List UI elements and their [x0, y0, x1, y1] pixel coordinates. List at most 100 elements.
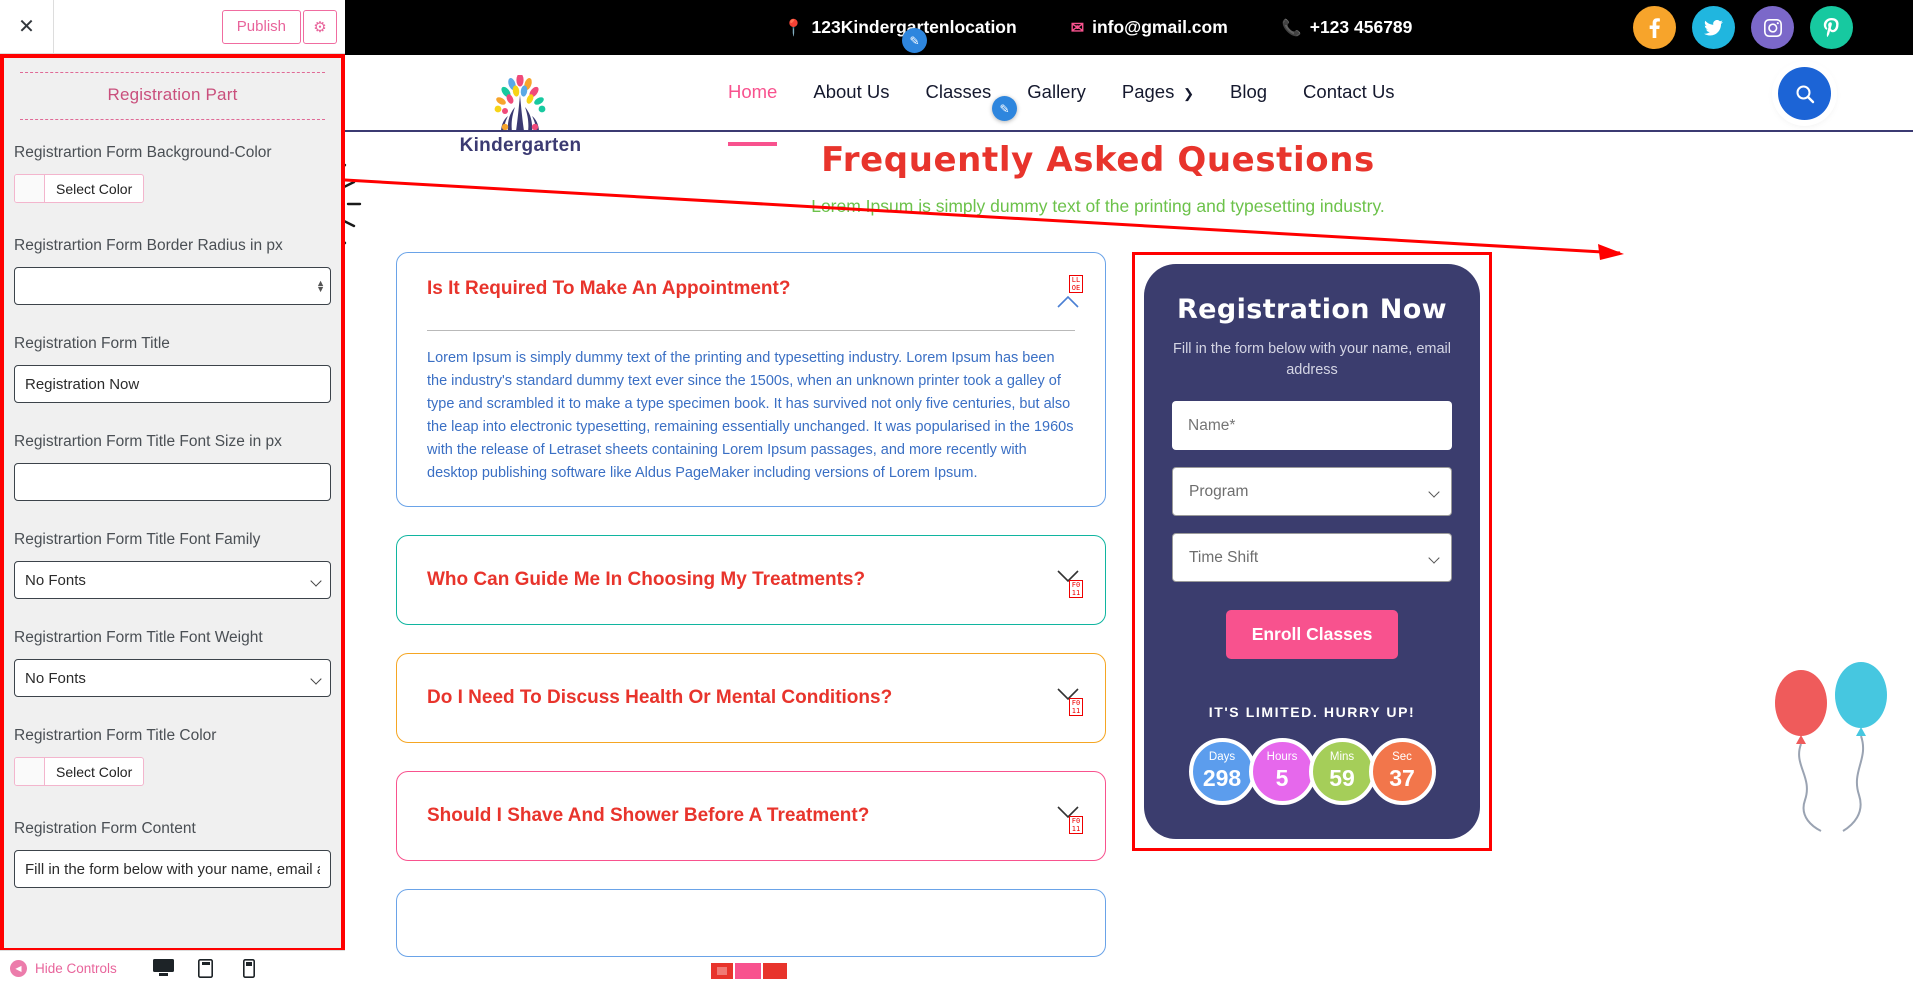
countdown-mins-label: Mins	[1329, 750, 1355, 763]
faq-marker-badge: F0 11	[1069, 580, 1083, 599]
countdown-timer: Days 298 Hours 5 Mins 59 Sec 37	[1172, 738, 1452, 806]
topbar-phone-text: +123 456789	[1309, 17, 1413, 37]
border-radius-input[interactable]	[14, 267, 331, 305]
hide-controls-button[interactable]: ◀ Hide Controls	[10, 959, 117, 977]
chevron-down-icon: ❯	[1179, 85, 1195, 101]
time-shift-select[interactable]: Time Shift	[1172, 533, 1452, 583]
facebook-icon[interactable]	[1633, 6, 1676, 49]
topbar-phone[interactable]: 📞 +123 456789	[1282, 17, 1413, 38]
faq-item[interactable]	[396, 889, 1106, 958]
publish-button[interactable]: Publish	[221, 9, 301, 44]
field-label: Registrartion Form Title Font Size in px	[14, 433, 282, 450]
location-pin-icon: 📍	[783, 19, 804, 37]
nav-item-contact-us[interactable]: Contact Us	[1303, 81, 1395, 107]
field-form-title: Registration Form Title	[14, 335, 331, 403]
nav-item-classes[interactable]: Classes	[925, 81, 991, 107]
faq-item[interactable]: Who Can Guide Me In Choosing My Treatmen…	[396, 535, 1106, 626]
faq-item[interactable]: Is It Required To Make An Appointment? L…	[396, 252, 1106, 508]
topbar-location: 📍 123Kindergartenlocation	[784, 17, 1017, 38]
site-preview: 📍 123Kindergartenlocation ✉ info@gmail.c…	[283, 0, 1913, 985]
nav-item-gallery[interactable]: Gallery	[1027, 81, 1086, 107]
nav-item-blog[interactable]: Blog	[1230, 81, 1267, 107]
topbar-email-text: info@gmail.com	[1092, 17, 1228, 37]
faq-marker-badge: F0 11	[1069, 816, 1083, 835]
faq-item[interactable]: Do I Need To Discuss Health Or Mental Co…	[396, 653, 1106, 744]
customizer-section-title: Registration Part	[20, 72, 325, 120]
title-font-family-select[interactable]: No Fonts	[14, 561, 331, 599]
nav-item-pages[interactable]: Pages ❯	[1122, 81, 1194, 107]
faq-question[interactable]: Is It Required To Make An Appointment?	[427, 278, 1075, 300]
countdown-hours-label: Hours	[1266, 750, 1298, 763]
faq-answer: Lorem Ipsum is simply dummy text of the …	[427, 350, 1074, 481]
logo-tree-icon	[458, 73, 583, 133]
topbar-email[interactable]: ✉ info@gmail.com	[1071, 17, 1228, 38]
program-select[interactable]: Program	[1172, 467, 1452, 517]
nav-item-about-us[interactable]: About Us	[813, 81, 889, 107]
select-color-button[interactable]: Select Color	[14, 174, 145, 203]
faq-divider	[427, 330, 1075, 331]
field-title-font-weight: Registrartion Form Title Font Weight No …	[14, 629, 331, 697]
title-font-size-input[interactable]	[14, 463, 331, 501]
tablet-icon[interactable]	[198, 959, 218, 978]
countdown-hours-value: 5	[1275, 765, 1289, 792]
faq-question[interactable]: Who Can Guide Me In Choosing My Treatmen…	[427, 569, 1075, 591]
countdown-mins: Mins 59	[1308, 738, 1376, 806]
twitter-icon[interactable]	[1692, 6, 1735, 49]
limited-offer-text: IT'S LIMITED. HURRY UP!	[1208, 704, 1416, 721]
form-title-input[interactable]	[14, 365, 331, 403]
pinterest-icon[interactable]	[1810, 6, 1853, 49]
countdown-days-value: 298	[1202, 765, 1242, 792]
name-input[interactable]	[1172, 401, 1452, 451]
phone-icon: 📞	[1281, 19, 1302, 37]
mini-block-toolbar[interactable]	[711, 961, 789, 983]
gear-icon[interactable]: ⚙	[303, 9, 337, 44]
field-background-color: Registrartion Form Background-Color Sele…	[14, 144, 331, 207]
customizer-footer: ◀ Hide Controls	[0, 950, 345, 985]
hide-controls-label: Hide Controls	[35, 960, 117, 976]
faq-heading-block: Frequently Asked Questions Lorem Ipsum i…	[283, 132, 1913, 217]
field-label: Registrartion Form Title Color	[14, 727, 217, 744]
color-swatch	[15, 758, 45, 785]
close-icon[interactable]: ✕	[0, 0, 54, 54]
field-title-font-size: Registrartion Form Title Font Size in px	[14, 433, 331, 501]
search-icon	[1796, 85, 1814, 103]
site-navbar: Kindergarten Home About Us Classes Galle…	[283, 55, 1913, 156]
mobile-icon[interactable]	[243, 959, 263, 978]
field-label: Registration Form Content	[14, 820, 196, 837]
field-label: Registration Form Title	[14, 335, 170, 352]
faq-marker-badge: LL OE	[1069, 275, 1083, 293]
faq-question[interactable]: Do I Need To Discuss Health Or Mental Co…	[427, 687, 1075, 709]
select-color-button[interactable]: Select Color	[14, 757, 145, 786]
countdown-mins-value: 59	[1329, 765, 1355, 792]
title-font-weight-select[interactable]: No Fonts	[14, 659, 331, 697]
registration-title: Registration Now	[1176, 294, 1448, 325]
edit-pencil-icon[interactable]: ✎	[992, 96, 1017, 121]
desktop-icon[interactable]	[153, 959, 174, 977]
nav-item-home[interactable]: Home	[728, 81, 778, 146]
stepper-icon[interactable]: ▲ ▼	[316, 279, 325, 294]
registration-subtitle: Fill in the form below with your name, e…	[1172, 341, 1452, 379]
field-form-content: Registration Form Content	[14, 820, 331, 888]
enroll-classes-button[interactable]: Enroll Classes	[1225, 610, 1399, 660]
social-links	[1633, 6, 1853, 49]
field-title-color: Registrartion Form Title Color Select Co…	[14, 727, 331, 790]
countdown-days-label: Days	[1208, 750, 1236, 763]
faq-question[interactable]: Should I Shave And Shower Before A Treat…	[427, 805, 1075, 827]
faq-section: Frequently Asked Questions Lorem Ipsum i…	[283, 132, 1913, 985]
color-swatch	[15, 175, 45, 202]
form-content-input[interactable]	[14, 850, 331, 888]
countdown-hours: Hours 5	[1248, 738, 1316, 806]
countdown-days: Days 298	[1188, 738, 1256, 806]
search-button[interactable]	[1778, 67, 1831, 120]
device-preview-switcher	[153, 959, 335, 978]
faq-item[interactable]: Should I Shave And Shower Before A Treat…	[396, 771, 1106, 862]
field-label: Registrartion Form Title Font Weight	[14, 629, 263, 646]
instagram-icon[interactable]	[1751, 6, 1794, 49]
edit-pencil-icon[interactable]: ✎	[902, 28, 927, 53]
chevron-up-icon[interactable]	[1057, 295, 1079, 308]
customizer-scroll-region: Registration Part Registrartion Form Bac…	[0, 54, 345, 952]
main-navigation: Home About Us Classes Gallery Pages ❯ Bl…	[728, 81, 1395, 146]
faq-marker-badge: F0 11	[1069, 698, 1083, 717]
select-color-label: Select Color	[56, 180, 133, 197]
balloons-decoration-icon	[1769, 655, 1899, 865]
